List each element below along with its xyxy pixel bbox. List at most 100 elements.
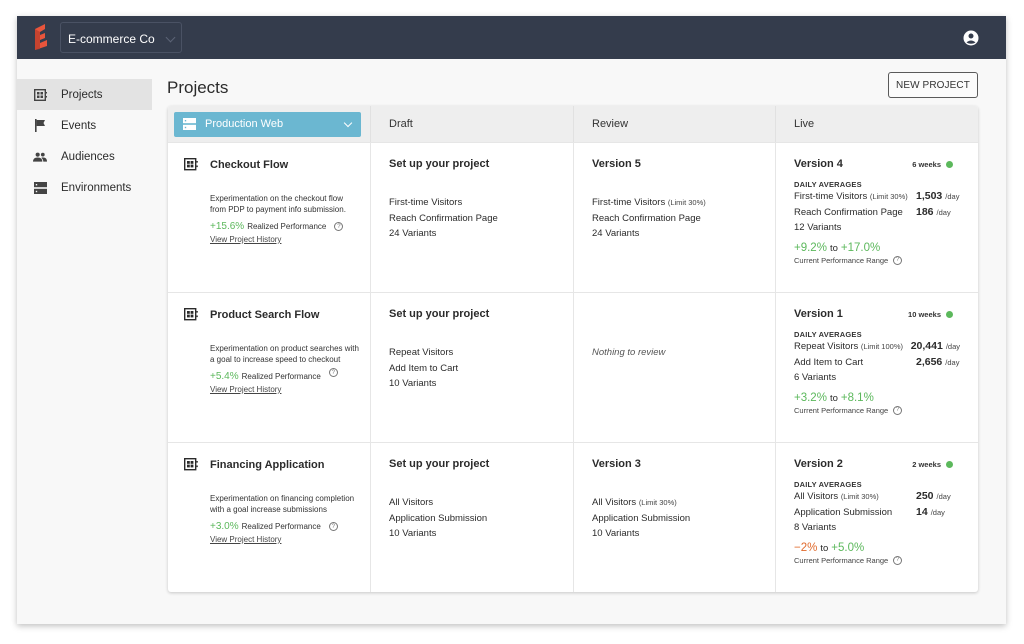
live-status-dot-icon: [946, 310, 953, 318]
project-info-cell: Financing Application Experimentation on…: [168, 443, 370, 592]
review-variants: 24 Variants: [592, 228, 640, 239]
project-name: Checkout Flow: [210, 158, 289, 171]
realized-performance: +5.4% Realized Performance ?: [210, 368, 352, 382]
project-icon: [184, 458, 198, 471]
sidebar-item-label: Environments: [61, 181, 132, 194]
review-cell[interactable]: Version 5 First-time Visitors (Limit 30%…: [573, 143, 775, 292]
draft-audience: Repeat Visitors: [389, 347, 454, 358]
review-cell[interactable]: Version 3 All Visitors (Limit 30%) Appli…: [573, 443, 775, 592]
help-icon[interactable]: ?: [328, 368, 338, 377]
column-header-live: Live: [775, 106, 978, 142]
live-variants: 6 Variants: [794, 372, 837, 383]
sidebar-item-label: Events: [61, 119, 97, 132]
realized-performance: +3.0% Realized Performance ?: [210, 521, 352, 532]
draft-audience: All Visitors: [389, 497, 434, 508]
project-description: Experimentation on financing completion …: [210, 494, 355, 514]
draft-cell[interactable]: Set up your project All Visitors Applica…: [370, 443, 573, 592]
draft-cell[interactable]: Set up your project Repeat Visitors Add …: [370, 293, 573, 442]
projects-table: Production Web Draft Review Live Checkou…: [168, 106, 978, 592]
draft-title: Set up your project: [389, 158, 490, 170]
new-project-button[interactable]: NEW PROJECT: [888, 72, 978, 98]
live-duration: 6 weeks: [912, 160, 953, 169]
draft-goal: Application Submission: [389, 512, 488, 524]
performance-range: +3.2% to +8.1%: [794, 391, 874, 404]
chevron-down-icon: [343, 118, 353, 127]
live-title: Version 4: [794, 158, 843, 170]
environment-select[interactable]: Production Web: [174, 111, 361, 137]
review-cell: Nothing to review: [573, 293, 775, 442]
live-goal-metric: Application Submission 14/day: [794, 505, 945, 518]
app-window: E-commerce Co Projects Events Audiences …: [17, 16, 1006, 624]
project-description: Experimentation on product searches with…: [210, 344, 359, 364]
help-icon[interactable]: ?: [893, 255, 903, 265]
draft-variants: 24 Variants: [389, 228, 437, 239]
help-icon[interactable]: ?: [328, 522, 338, 531]
project-row: Checkout Flow Experimentation on the che…: [168, 142, 978, 292]
review-goal: Application Submission: [592, 512, 691, 524]
table-header: Production Web Draft Review Live: [168, 106, 978, 142]
help-icon[interactable]: ?: [893, 405, 903, 415]
view-project-history-link[interactable]: View Project History: [210, 385, 281, 394]
company-logo-icon[interactable]: [31, 23, 53, 51]
live-variants: 8 Variants: [794, 522, 837, 533]
review-audience: All Visitors (Limit 30%): [592, 497, 677, 508]
people-icon: [33, 150, 47, 164]
review-title: Version 3: [592, 458, 641, 470]
review-variants: 10 Variants: [592, 528, 640, 539]
performance-range-label: Current Performance Range?: [794, 555, 960, 565]
draft-audience: First-time Visitors: [389, 197, 463, 208]
realized-performance-value: +3.0%: [210, 521, 239, 532]
sidebar-item-label: Projects: [61, 88, 103, 101]
top-bar: E-commerce Co: [17, 16, 1006, 59]
flag-icon: [33, 119, 47, 133]
project-info-cell: Checkout Flow Experimentation on the che…: [168, 143, 370, 292]
organization-select[interactable]: E-commerce Co: [60, 22, 182, 53]
help-icon[interactable]: ?: [893, 555, 903, 565]
server-icon: [33, 181, 47, 195]
draft-cell[interactable]: Set up your project First-time Visitors …: [370, 143, 573, 292]
performance-range: +9.2% to +17.0%: [794, 241, 881, 254]
realized-performance-value: +5.4%: [210, 371, 239, 382]
project-description: Experimentation on the checkout flow fro…: [210, 194, 346, 214]
draft-goal: Reach Confirmation Page: [389, 212, 498, 224]
live-title: Version 1: [794, 308, 843, 320]
review-goal: Reach Confirmation Page: [592, 212, 701, 224]
live-audience-metric: Repeat Visitors (Limit 100%) 20,441/day: [794, 340, 960, 352]
live-goal-metric: Reach Confirmation Page 186/day: [794, 205, 951, 218]
view-project-history-link[interactable]: View Project History: [210, 535, 281, 544]
realized-performance: +15.6% Realized Performance ?: [210, 221, 352, 232]
daily-averages-label: DAILY AVERAGES: [794, 330, 862, 339]
review-empty-text: Nothing to review: [592, 347, 666, 358]
project-name: Financing Application: [210, 458, 325, 471]
environment-name: Production Web: [205, 118, 284, 130]
project-icon: [184, 308, 198, 321]
live-cell[interactable]: Version 4 6 weeks DAILY AVERAGES First-t…: [775, 143, 978, 292]
draft-goal: Add Item to Cart: [389, 362, 459, 374]
sidebar: Projects Events Audiences Environments: [17, 79, 152, 203]
sidebar-item-projects[interactable]: Projects: [17, 79, 152, 110]
draft-variants: 10 Variants: [389, 378, 437, 389]
daily-averages-label: DAILY AVERAGES: [794, 180, 862, 189]
draft-title: Set up your project: [389, 458, 490, 470]
sidebar-item-environments[interactable]: Environments: [17, 172, 152, 203]
realized-performance-label: Realized Performance: [241, 372, 321, 381]
organization-name: E-commerce Co: [68, 32, 155, 46]
page-title: Projects: [167, 78, 229, 97]
column-header-review: Review: [573, 106, 775, 142]
live-goal-metric: Add Item to Cart 2,656/day: [794, 355, 960, 368]
sidebar-item-audiences[interactable]: Audiences: [17, 141, 152, 172]
live-cell[interactable]: Version 1 10 weeks DAILY AVERAGES Repeat…: [775, 293, 978, 442]
live-cell[interactable]: Version 2 2 weeks DAILY AVERAGES All Vis…: [775, 443, 978, 592]
view-project-history-link[interactable]: View Project History: [210, 235, 281, 244]
project-row: Product Search Flow Experimentation on p…: [168, 292, 978, 442]
live-audience-metric: All Visitors (Limit 30%) 250/day: [794, 490, 951, 502]
sidebar-item-events[interactable]: Events: [17, 110, 152, 141]
live-title: Version 2: [794, 458, 843, 470]
user-account-icon[interactable]: [963, 30, 979, 46]
help-icon[interactable]: ?: [334, 222, 344, 231]
live-audience-metric: First-time Visitors (Limit 30%) 1,503/da…: [794, 190, 960, 202]
performance-range: −2% to +5.0%: [794, 541, 865, 554]
realized-performance-label: Realized Performance: [247, 222, 327, 231]
live-variants: 12 Variants: [794, 222, 842, 233]
realized-performance-value: +15.6%: [210, 221, 245, 232]
